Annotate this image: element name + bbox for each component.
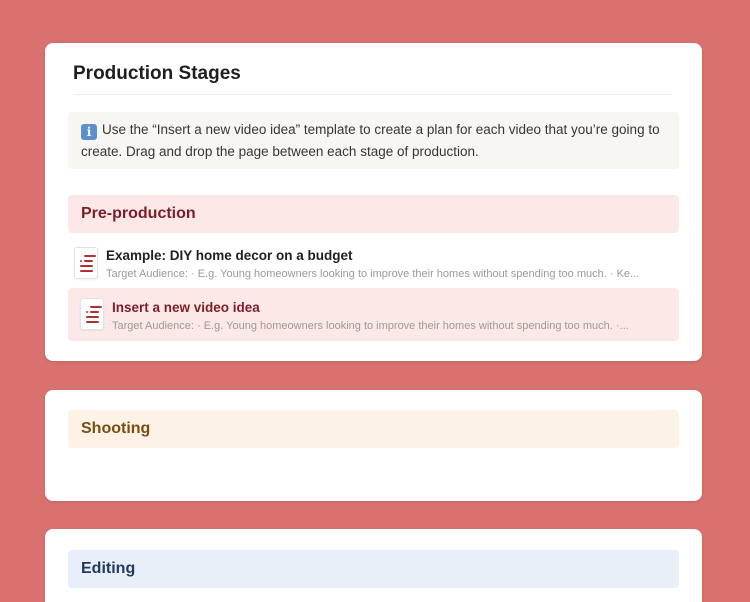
title-divider — [73, 94, 672, 95]
shooting-card: Shooting — [45, 390, 702, 501]
page-title: Production Stages — [73, 63, 241, 84]
list-item[interactable]: Insert a new video idea Target Audience:… — [68, 288, 679, 341]
list-item[interactable]: Example: DIY home decor on a budget Targ… — [68, 242, 679, 290]
info-icon: i — [81, 124, 97, 140]
callout-text: Use the “Insert a new video idea” templa… — [81, 122, 660, 159]
stage-header-pre-production[interactable]: Pre-production — [68, 195, 679, 233]
item-title[interactable]: Example: DIY home decor on a budget — [106, 248, 353, 263]
item-subtitle: Target Audience: · E.g. Young homeowners… — [112, 320, 629, 332]
stage-header-editing[interactable]: Editing — [68, 550, 679, 588]
editing-card: Editing — [45, 529, 702, 602]
item-title[interactable]: Insert a new video idea — [112, 300, 260, 315]
document-icon — [74, 247, 98, 279]
callout-block: i Use the “Insert a new video idea” templ… — [68, 112, 679, 169]
production-stages-card: Production Stages i Use the “Insert a new… — [45, 43, 702, 361]
stage-header-shooting[interactable]: Shooting — [68, 410, 679, 448]
document-icon — [80, 298, 104, 330]
item-subtitle: Target Audience: · E.g. Young homeowners… — [106, 268, 640, 280]
